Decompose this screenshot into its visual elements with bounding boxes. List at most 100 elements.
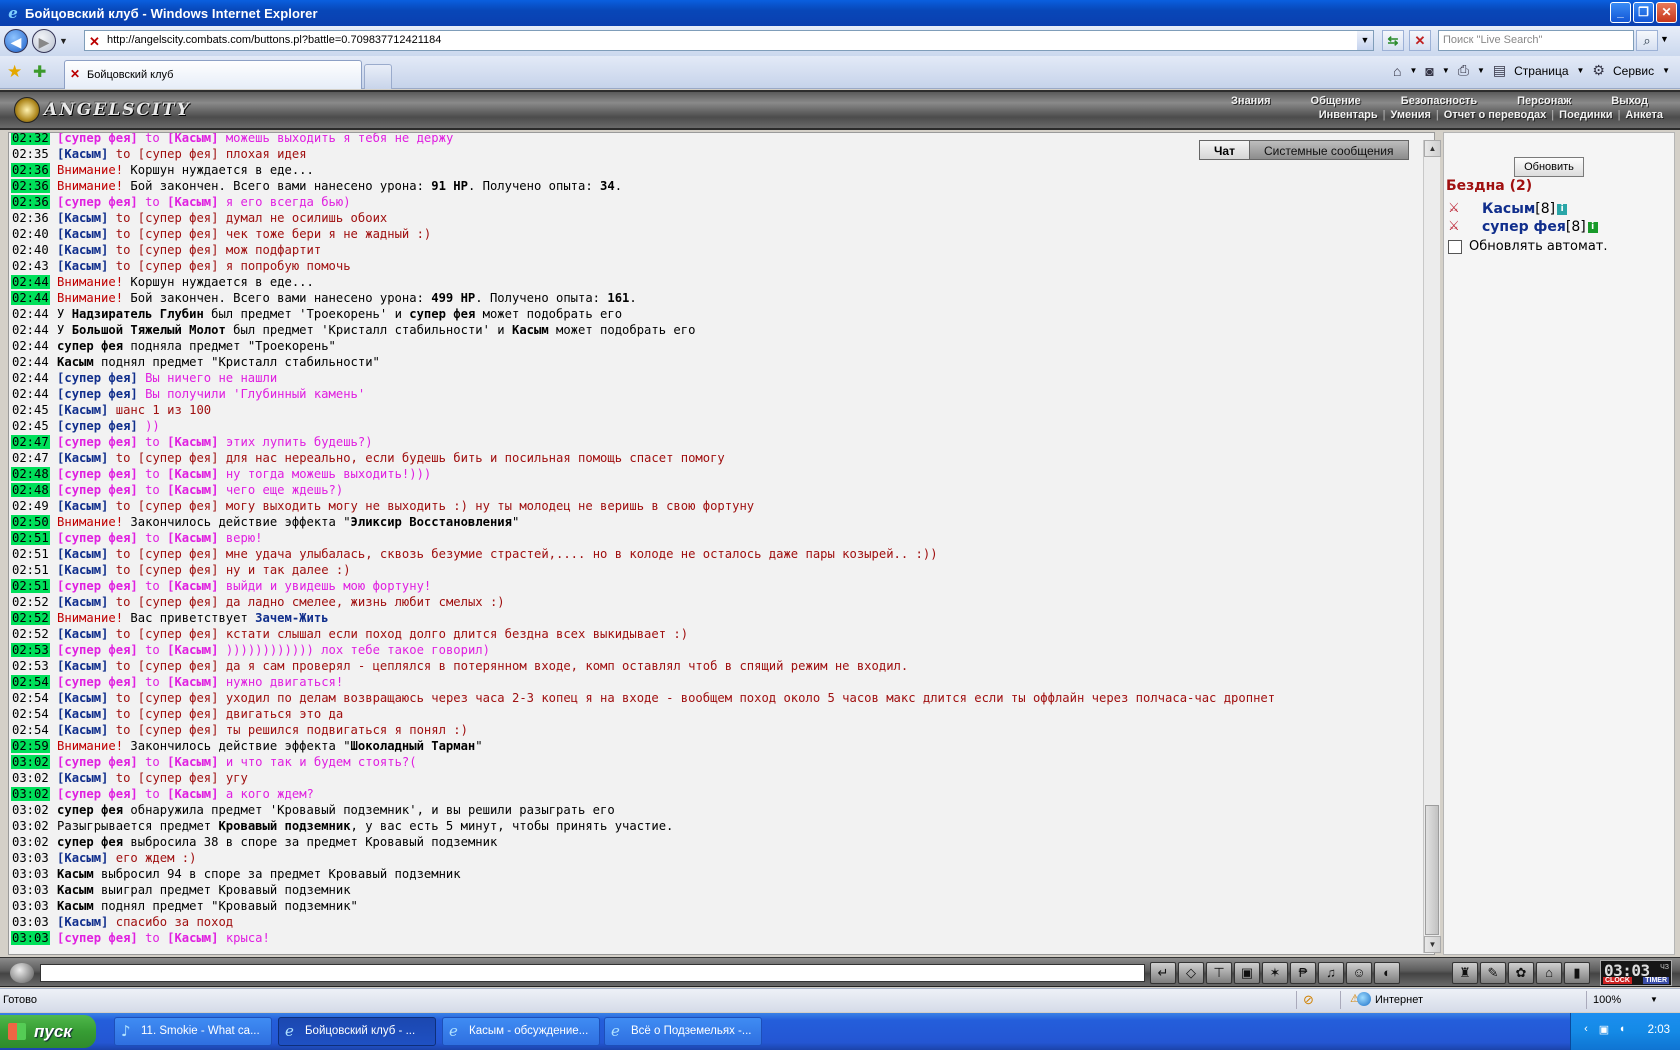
house-icon[interactable]: ⌂ [1536, 962, 1562, 984]
home-icon[interactable]: ⌂ [1393, 63, 1401, 79]
tools-menu[interactable]: Сервис [1613, 64, 1654, 78]
sender-name[interactable]: [супер фея] [57, 531, 138, 545]
sender-name[interactable]: [супер фея] [57, 435, 138, 449]
guild-icon[interactable]: ✿ [1508, 962, 1534, 984]
tab-fight-club[interactable]: ✕ Бойцовский клуб [64, 60, 362, 89]
sender-name[interactable]: [супер фея] [57, 371, 138, 385]
message-time[interactable]: 03:03 [11, 931, 50, 945]
message-time[interactable]: 02:36 [11, 179, 50, 193]
message-time[interactable]: 02:54 [11, 675, 50, 689]
message-time[interactable]: 03:03 [11, 867, 50, 881]
message-time[interactable]: 02:49 [11, 499, 50, 513]
message-time[interactable]: 02:54 [11, 707, 50, 721]
sender-name[interactable]: [Касым] [57, 691, 108, 705]
search-icon[interactable]: ⌕ [1636, 30, 1658, 51]
recipient-name[interactable]: [супер фея] [138, 243, 219, 257]
sender-name[interactable]: [Касым] [57, 147, 108, 161]
sender-name[interactable]: [супер фея] [57, 467, 138, 481]
player-row[interactable]: ⚔ супер фея [8] i [1448, 218, 1598, 236]
print-icon[interactable]: ⎙ [1458, 62, 1469, 79]
sender-name[interactable]: [Касым] [57, 403, 108, 417]
tab-system-messages[interactable]: Системные сообщения [1248, 140, 1409, 160]
submenu-fights[interactable]: Поединки [1554, 109, 1617, 123]
player-name[interactable]: Зачем-Жить [255, 611, 328, 625]
recipient-name[interactable]: [супер фея] [138, 147, 219, 161]
taskbar-item[interactable]: e Всё о Подземельях -... [604, 1017, 762, 1046]
private-filter-icon[interactable]: ₱ [1290, 962, 1316, 984]
recipient-name[interactable]: [супер фея] [138, 691, 219, 705]
sender-name[interactable]: [Касым] [57, 451, 108, 465]
player-row[interactable]: ⚔ Касым [8] i [1448, 200, 1568, 218]
message-time[interactable]: 02:50 [11, 515, 50, 529]
scroll-thumb[interactable] [1425, 805, 1439, 935]
message-time[interactable]: 02:51 [11, 579, 50, 593]
tools-menu-dropdown-icon[interactable]: ▼ [1662, 66, 1670, 75]
sender-name[interactable]: [Касым] [57, 915, 108, 929]
recipient-name[interactable]: [Касым] [167, 435, 218, 449]
message-time[interactable]: 02:52 [11, 611, 50, 625]
recipient-name[interactable]: [Касым] [167, 579, 218, 593]
message-time[interactable]: 03:02 [11, 803, 50, 817]
popup-blocked-icon[interactable]: ⊘ [1303, 992, 1314, 1008]
add-favorite-icon[interactable]: ✚ [33, 62, 46, 82]
refresh-button[interactable]: ⇆ [1382, 30, 1404, 51]
minimize-button[interactable]: _ [1610, 2, 1631, 23]
recipient-name[interactable]: [Касым] [167, 787, 218, 801]
message-time[interactable]: 02:45 [11, 403, 50, 417]
clock-label[interactable]: CLOCK [1603, 977, 1632, 984]
history-dropdown-icon[interactable]: ▼ [59, 36, 68, 46]
filter-icon[interactable]: ⊤ [1206, 962, 1232, 984]
refresh-players-button[interactable]: Обновить [1514, 157, 1584, 177]
message-time[interactable]: 03:02 [11, 755, 50, 769]
timer-label[interactable]: TIMER [1643, 977, 1669, 984]
sender-name[interactable]: [Касым] [57, 707, 108, 721]
sender-name[interactable]: [Касым] [57, 771, 108, 785]
game-logo[interactable]: ANGELSCITY [14, 97, 191, 123]
recipient-name[interactable]: [супер фея] [138, 595, 219, 609]
page-menu-dropdown-icon[interactable]: ▼ [1577, 66, 1585, 75]
sender-name[interactable]: [супер фея] [57, 579, 138, 593]
zoom-dropdown-icon[interactable]: ▼ [1650, 995, 1658, 1004]
auto-refresh-option[interactable]: Обновлять автомат. [1448, 239, 1608, 254]
send-message-icon[interactable]: ↵ [1150, 962, 1176, 984]
sender-name[interactable]: [супер фея] [57, 133, 138, 145]
scroll-down-arrow-icon[interactable]: ▼ [1424, 936, 1441, 953]
message-time[interactable]: 02:51 [11, 547, 50, 561]
message-time[interactable]: 02:44 [11, 275, 50, 289]
clear-chat-icon[interactable]: ◇ [1178, 962, 1204, 984]
recipient-name[interactable]: [супер фея] [138, 451, 219, 465]
sender-name[interactable]: [супер фея] [57, 787, 138, 801]
sender-name[interactable]: [супер фея] [57, 643, 138, 657]
message-time[interactable]: 02:54 [11, 723, 50, 737]
message-time[interactable]: 03:02 [11, 835, 50, 849]
message-time[interactable]: 02:47 [11, 435, 50, 449]
recipient-name[interactable]: [Касым] [167, 531, 218, 545]
volume-icon[interactable]: ◖ [1615, 1023, 1629, 1037]
menu-knowledge[interactable]: Знания [1211, 95, 1290, 109]
search-options-dropdown-icon[interactable]: ▼ [1660, 34, 1669, 44]
recipient-name[interactable]: [супер фея] [138, 627, 219, 641]
message-time[interactable]: 03:03 [11, 915, 50, 929]
message-time[interactable]: 02:53 [11, 659, 50, 673]
menu-exit[interactable]: Выход [1591, 95, 1668, 109]
sender-name[interactable]: [супер фея] [57, 387, 138, 401]
tab-chat[interactable]: Чат [1199, 140, 1250, 160]
submenu-skills[interactable]: Умения [1386, 109, 1436, 123]
sender-name[interactable]: [Касым] [57, 723, 108, 737]
recipient-name[interactable]: [Касым] [167, 755, 218, 769]
message-time[interactable]: 03:02 [11, 771, 50, 785]
recipient-name[interactable]: [Касым] [167, 195, 218, 209]
message-time[interactable]: 03:02 [11, 787, 50, 801]
search-input[interactable]: Поиск "Live Search" [1438, 30, 1634, 51]
recipient-name[interactable]: [супер фея] [138, 771, 219, 785]
save-log-icon[interactable]: ▣ [1234, 962, 1260, 984]
message-time[interactable]: 03:02 [11, 819, 50, 833]
recipient-name[interactable]: [Касым] [167, 133, 218, 145]
recipient-name[interactable]: [супер фея] [138, 659, 219, 673]
fight-icon[interactable]: ✶ [1262, 962, 1288, 984]
attack-icon[interactable]: ⚔ [1448, 219, 1470, 235]
message-time[interactable]: 03:03 [11, 899, 50, 913]
auto-refresh-checkbox[interactable] [1448, 239, 1462, 254]
message-time[interactable]: 02:35 [11, 147, 50, 161]
sender-name[interactable]: [Касым] [57, 851, 108, 865]
